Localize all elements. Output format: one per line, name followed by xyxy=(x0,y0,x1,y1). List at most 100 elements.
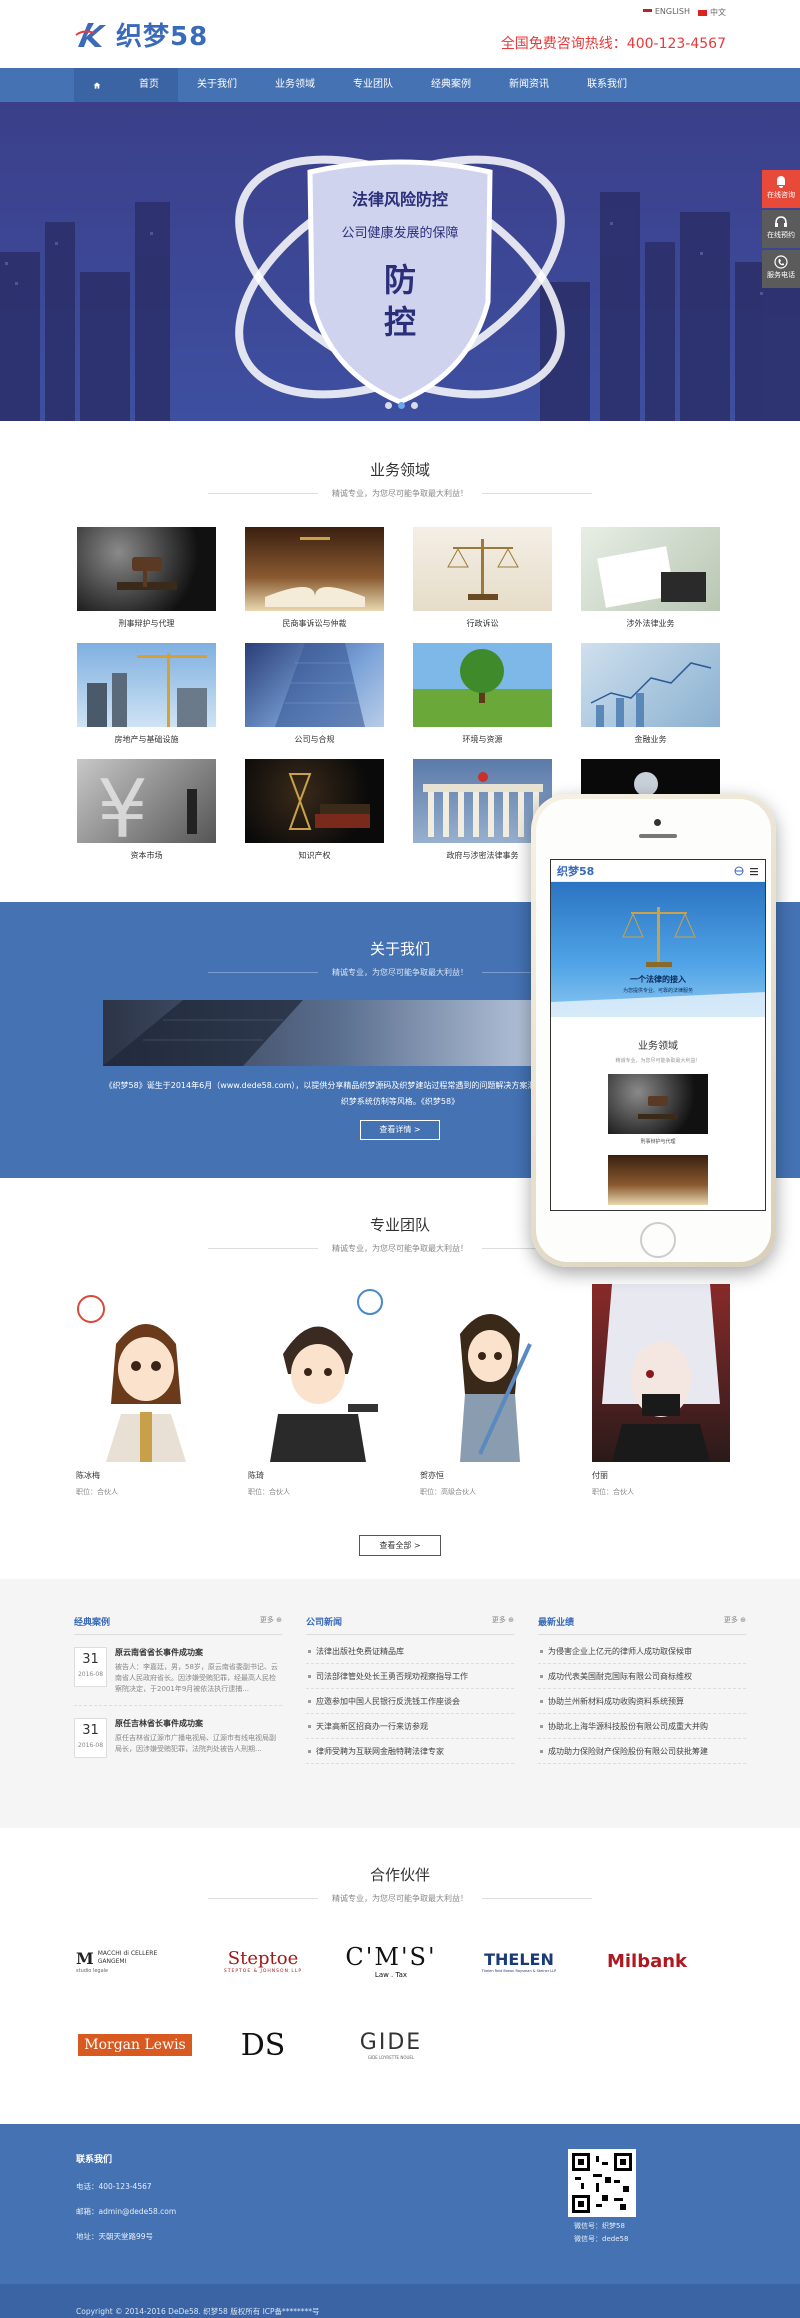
business-image-yen: ¥ xyxy=(77,759,216,843)
business-label: 行政诉讼 xyxy=(466,619,499,628)
nav-item-about[interactable]: 关于我们 xyxy=(178,68,256,102)
team-member-name: 陈冰梅 xyxy=(76,1471,100,1480)
qr-caption-2: 微信号：dede58 xyxy=(574,2235,629,2243)
partner-subline: Law . Tax xyxy=(374,1971,408,1979)
lang-chinese-link[interactable]: 中文 xyxy=(698,7,726,18)
partner-logo-steptoe[interactable]: Steptoe STEPTOE & JOHNSON LLP xyxy=(204,1936,322,1986)
case-date: 31 2016-08 xyxy=(74,1647,107,1687)
partner-logo-cms[interactable]: C'M'S' Law . Tax xyxy=(332,1936,450,1986)
news-item[interactable]: 司法部律管处处长王勇否规劝视察指导工作 xyxy=(306,1664,514,1689)
cases-title[interactable]: 经典案例 xyxy=(74,1615,110,1628)
team-view-all-button[interactable]: 查看全部 > xyxy=(359,1535,441,1556)
nav-item-team[interactable]: 专业团队 xyxy=(334,68,412,102)
business-image-construction xyxy=(77,643,216,727)
industry-title[interactable]: 最新业绩 xyxy=(538,1615,574,1628)
case-item[interactable]: 31 2016-08 原云南省省长事件成功案 被告人：李嘉廷，男，58岁，原云南… xyxy=(74,1647,282,1706)
lang-english-link[interactable]: ENGLISH xyxy=(642,7,690,18)
business-card[interactable]: 行政诉讼 xyxy=(413,527,552,629)
news-item[interactable]: 天津高新区招商办一行来访参观 xyxy=(306,1714,514,1739)
news-item[interactable]: 协助北上海华源科技股份有限公司成重大并购 xyxy=(538,1714,746,1739)
news-item[interactable]: 成功助力保险财产保险股份有限公司获批筹建 xyxy=(538,1739,746,1764)
partner-logo-thelen[interactable]: THELEN Thelen Reid Brown Raysman & Stein… xyxy=(460,1936,578,1986)
site-logo[interactable]: 织梦58 xyxy=(74,16,208,53)
phone-icon xyxy=(774,255,788,269)
business-image-skyscraper xyxy=(245,643,384,727)
business-card[interactable]: 环境与资源 xyxy=(413,643,552,745)
team-member-photo xyxy=(76,1284,214,1462)
hotline: 全国免费咨询热线：400-123-4567 xyxy=(500,36,726,52)
phone-home-button xyxy=(640,1222,676,1258)
about-details-button[interactable]: 查看详情 > xyxy=(360,1120,440,1140)
nav-item-business[interactable]: 业务领域 xyxy=(256,68,334,102)
partner-name: C'M'S' xyxy=(345,1943,437,1971)
banner-shield-text: 法律风险防控 公司健康发展的保障 防控 xyxy=(320,186,480,343)
partner-subline: STEPTOE & JOHNSON LLP xyxy=(223,1969,303,1974)
nav-item-news[interactable]: 新闻资讯 xyxy=(490,68,568,102)
business-subtitle: 精诚专业，为您尽可能争取最大利益！ xyxy=(0,488,800,499)
menu-icon xyxy=(750,867,758,875)
cases-more-link[interactable]: 更多 ⊕ xyxy=(260,1615,282,1628)
news-item[interactable]: 为侵害企业上亿元的律师人成功取保候审 xyxy=(538,1639,746,1664)
team-member-role: 职位：高级合伙人 xyxy=(420,1488,476,1496)
news-item[interactable]: 协助兰州新材料成功收购资料系统预算 xyxy=(538,1689,746,1714)
team-member-card[interactable]: 付丽 职位：合伙人 xyxy=(592,1284,730,1497)
business-label: 民商事诉讼与仲裁 xyxy=(282,619,347,628)
company-more-link[interactable]: 更多 ⊕ xyxy=(492,1615,514,1628)
business-card[interactable]: 涉外法律业务 xyxy=(581,527,720,629)
industry-more-link[interactable]: 更多 ⊕ xyxy=(724,1615,746,1628)
nav-item-cases[interactable]: 经典案例 xyxy=(412,68,490,102)
news-item[interactable]: 律师受聘为互联网金融特聘法律专家 xyxy=(306,1739,514,1764)
business-card[interactable]: ¥ 资本市场 xyxy=(77,759,216,861)
banner-dot-2[interactable] xyxy=(398,402,405,409)
industry-column: 最新业绩 更多 ⊕ 为侵害企业上亿元的律师人成功取保候审 成功代表美国耐克国际有… xyxy=(538,1615,746,1768)
side-appointment-button[interactable]: 在线预约 xyxy=(762,210,800,248)
case-date: 31 2016-08 xyxy=(74,1718,107,1758)
news-item[interactable]: 应邀参加中国人民银行反洗钱工作座谈会 xyxy=(306,1689,514,1714)
side-float-bar: 在线咨询 在线预约 服务电话 xyxy=(762,170,800,290)
partner-logo-ds[interactable]: DS xyxy=(204,2020,322,2070)
contact-email[interactable]: 邮箱：admin@dede58.com xyxy=(76,2206,800,2217)
copyright-text: Copyright © 2014-2016 DeDe58. 织梦58 版权所有 … xyxy=(76,2307,320,2316)
team-member-card[interactable]: 陈冰梅 职位：合伙人 xyxy=(76,1284,214,1497)
banner-dot-1[interactable] xyxy=(385,402,392,409)
qr-code-icon xyxy=(572,2153,632,2213)
business-card[interactable]: 公司与合规 xyxy=(245,643,384,745)
business-image-tree xyxy=(413,643,552,727)
home-icon xyxy=(93,81,101,89)
business-card[interactable]: 民商事诉讼与仲裁 xyxy=(245,527,384,629)
side-consult-button[interactable]: 在线咨询 xyxy=(762,170,800,208)
more-label: 更多 xyxy=(723,1616,738,1624)
partner-subline: Thelen Reid Brown Raysman & Steiner LLP xyxy=(481,1968,557,1973)
company-news-title[interactable]: 公司新闻 xyxy=(306,1615,342,1628)
team-member-card[interactable]: 贺亦恒 职位：高级合伙人 xyxy=(420,1284,558,1497)
nav-item-home[interactable]: 首页 xyxy=(120,68,178,102)
case-item[interactable]: 31 2016-08 原任吉林省长事件成功案 原任吉林省辽源市广播电视局、辽源市… xyxy=(74,1718,282,1768)
business-label: 知识产权 xyxy=(298,851,331,860)
phone-speaker xyxy=(639,834,677,838)
news-item[interactable]: 法律出版社免费证精品库 xyxy=(306,1639,514,1664)
business-label: 环境与资源 xyxy=(462,735,503,744)
partners-section: 合作伙伴 精诚专业，为您尽可能争取最大利益！ M MACCHI di CELLE… xyxy=(0,1828,800,2124)
plus-circle-icon: ⊕ xyxy=(276,1616,282,1624)
partner-logo-milbank[interactable]: Milbank xyxy=(588,1936,706,1986)
contact-address: 地址：天朝天堂路99号 xyxy=(76,2232,154,2241)
side-phone-button[interactable]: 服务电话 xyxy=(762,250,800,288)
business-card[interactable]: 金融业务 xyxy=(581,643,720,745)
business-card[interactable]: 知识产权 xyxy=(245,759,384,861)
partner-logo-morgan-lewis[interactable]: Morgan Lewis xyxy=(76,2020,194,2070)
phone-business-label: 刑事辩护与代理 xyxy=(640,1139,676,1145)
us-flag-icon xyxy=(642,8,652,15)
team-member-photo xyxy=(592,1284,730,1462)
business-card[interactable]: 刑事辩护与代理 xyxy=(77,527,216,629)
news-item[interactable]: 成功代表美国耐克国际有限公司商标维权 xyxy=(538,1664,746,1689)
business-card[interactable]: 房地产与基础设施 xyxy=(77,643,216,745)
nav-home-icon-button[interactable] xyxy=(74,68,120,102)
partner-logo-gide[interactable]: GIDE GIDE LOYRETTE NOUEL xyxy=(332,2020,450,2070)
nav-item-contact[interactable]: 联系我们 xyxy=(568,68,646,102)
partner-logo-macchi[interactable]: M MACCHI di CELLERE GANGEMI studio legal… xyxy=(76,1936,194,1986)
bell-icon xyxy=(777,176,785,188)
side-phone-label: 服务电话 xyxy=(767,271,795,279)
banner-dot-3[interactable] xyxy=(411,402,418,409)
globe-icon xyxy=(734,866,744,875)
team-member-card[interactable]: 陈琦 职位：合伙人 xyxy=(248,1284,386,1497)
